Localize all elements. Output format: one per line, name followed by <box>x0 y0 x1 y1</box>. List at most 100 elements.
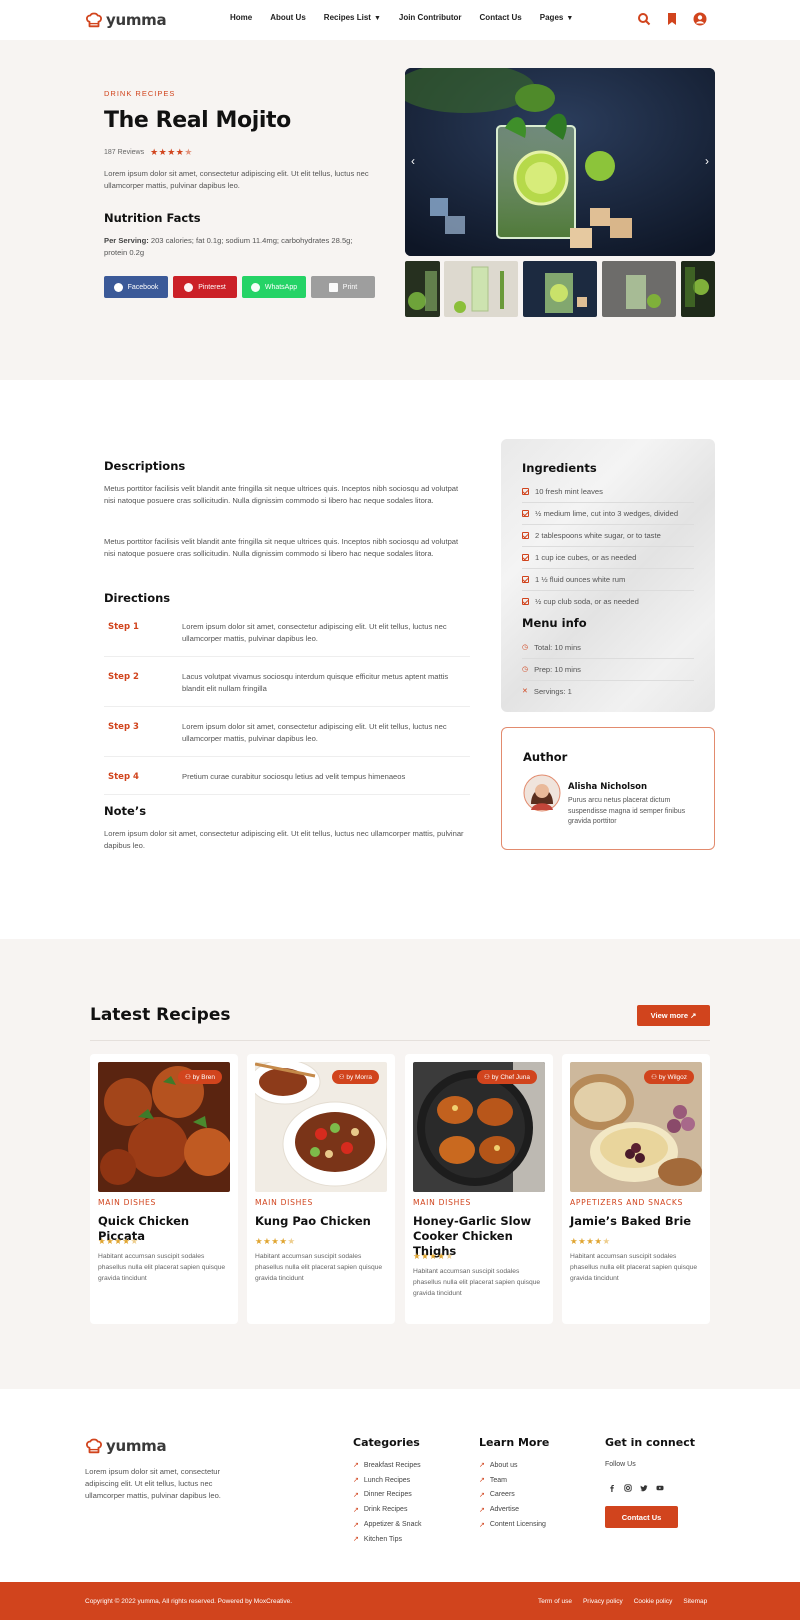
footer-link[interactable]: ↗ Breakfast Recipes <box>353 1458 421 1473</box>
footer-link[interactable]: ↗ Careers <box>479 1488 546 1503</box>
ingredient-item[interactable]: ½ cup club soda, or as needed <box>522 591 694 612</box>
author-badge[interactable]: ⚇ by Wilgoz <box>644 1070 694 1084</box>
ingredient-item[interactable]: ½ medium lime, cut into 3 wedges, divide… <box>522 503 694 525</box>
nav-join-contributor[interactable]: Join Contributor <box>399 13 462 22</box>
menu-info-text: Total: 10 mins <box>534 643 581 652</box>
recipe-card-category[interactable]: MAIN DISHES <box>98 1198 156 1207</box>
recipe-card[interactable]: ⚇ by Chef Juna MAIN DISHES Honey-Garlic … <box>405 1054 553 1324</box>
nav-recipes-list[interactable]: Recipes List ▼ <box>324 13 381 22</box>
step-text: Lorem ipsum dolor sit amet, consectetur … <box>182 722 447 743</box>
footer-link[interactable]: ↗ Kitchen Tips <box>353 1532 421 1547</box>
ingredient-item[interactable]: 1 ½ fluid ounces white rum <box>522 569 694 591</box>
gallery-thumb[interactable] <box>405 261 440 317</box>
slider-prev-icon[interactable]: ‹ <box>411 154 415 168</box>
avatar[interactable] <box>523 774 561 812</box>
share-pinterest-button[interactable]: Pinterest <box>173 276 237 298</box>
recipe-card-image[interactable]: ⚇ by Morra <box>255 1062 387 1192</box>
recipe-main-image[interactable]: ‹ › <box>405 68 715 256</box>
view-more-button[interactable]: View more ↗ <box>637 1005 710 1026</box>
contact-us-button[interactable]: Contact Us <box>605 1506 678 1528</box>
arrow-up-right-icon: ↗ <box>479 1521 485 1529</box>
twitter-icon[interactable] <box>637 1481 651 1495</box>
footer-link[interactable]: ↗ Team <box>479 1473 546 1488</box>
nav-about[interactable]: About Us <box>270 13 306 22</box>
author-badge[interactable]: ⚇ by Morra <box>331 1070 379 1084</box>
gallery-thumb[interactable] <box>681 261 715 317</box>
description-paragraph: Metus porttitor facilisis velit blandit … <box>104 484 459 505</box>
arrow-up-right-icon: ↗ <box>479 1491 485 1499</box>
step-label: Step 4 <box>108 772 139 782</box>
footer-link-label: Advertise <box>489 1506 520 1514</box>
menu-info-text: Servings: 1 <box>533 687 572 696</box>
facebook-glyph <box>610 1485 614 1492</box>
author-badge[interactable]: ⚇ by Chef Juna <box>477 1070 537 1084</box>
user-icon[interactable] <box>693 12 707 26</box>
brand-logo[interactable]: yumma <box>85 11 167 29</box>
recipe-category[interactable]: DRINK RECIPES <box>104 89 175 98</box>
recipe-card[interactable]: ⚇ by Morra MAIN DISHES Kung Pao Chicken … <box>247 1054 395 1324</box>
cookie-link[interactable]: Cookie policy <box>634 1598 673 1605</box>
recipe-card[interactable]: ⚇ by Bren MAIN DISHES Quick Chicken Picc… <box>90 1054 238 1324</box>
ingredient-item[interactable]: 1 cup ice cubes, or as needed <box>522 547 694 569</box>
sitemap-link[interactable]: Sitemap <box>683 1598 707 1605</box>
search-icon[interactable] <box>637 12 651 26</box>
gallery-thumb[interactable] <box>444 261 518 317</box>
recipe-card-title[interactable]: Kung Pao Chicken <box>255 1214 393 1229</box>
footer-learn-list: ↗ About us ↗ Team ↗ Careers ↗ Advertise ↗ Con… <box>479 1458 546 1532</box>
recipe-card-category[interactable]: MAIN DISHES <box>413 1198 471 1207</box>
nav-contact[interactable]: Contact Us <box>480 13 522 22</box>
footer-link[interactable]: ↗ Drink Recipes <box>353 1502 421 1517</box>
terms-link[interactable]: Term of use <box>538 1598 572 1605</box>
facebook-icon[interactable] <box>605 1481 619 1495</box>
follow-us-label: Follow Us <box>605 1461 636 1468</box>
rating-row: 187 Reviews ★★★★★ <box>104 147 193 158</box>
recipe-card-title[interactable]: Jamie’s Baked Brie <box>570 1214 708 1229</box>
footer-categories-title: Categories <box>353 1436 420 1449</box>
checkbox-icon <box>522 488 529 495</box>
recipe-card-image[interactable]: ⚇ by Bren <box>98 1062 230 1192</box>
ingredients-list: 10 fresh mint leaves ½ medium lime, cut … <box>522 481 694 612</box>
footer-brand-logo[interactable]: yumma <box>85 1437 167 1455</box>
ingredient-item[interactable]: 10 fresh mint leaves <box>522 481 694 503</box>
youtube-glyph <box>656 1485 664 1491</box>
footer-link[interactable]: ↗ Lunch Recipes <box>353 1473 421 1488</box>
menu-info-item: ◷ Total: 10 mins <box>522 637 694 659</box>
recipe-card[interactable]: ⚇ by Wilgoz APPETIZERS AND SNACKS Jamie’… <box>562 1054 710 1324</box>
share-whatsapp-button[interactable]: WhatsApp <box>242 276 306 298</box>
instagram-icon[interactable] <box>621 1481 635 1495</box>
arrow-up-right-icon: ↗ <box>353 1491 359 1499</box>
brand-name: yumma <box>106 1437 167 1455</box>
recipe-card-image[interactable]: ⚇ by Wilgoz <box>570 1062 702 1192</box>
recipe-card-desc: Habitant accumsan suscipit sodales phase… <box>98 1253 226 1282</box>
author-badge[interactable]: ⚇ by Bren <box>177 1070 222 1084</box>
share-facebook-button[interactable]: Facebook <box>104 276 168 298</box>
ingredient-item[interactable]: 2 tablespoons white sugar, or to taste <box>522 525 694 547</box>
gallery-thumb[interactable] <box>523 261 597 317</box>
footer-link[interactable]: ↗ Dinner Recipes <box>353 1488 421 1503</box>
recipe-card-category[interactable]: APPETIZERS AND SNACKS <box>570 1198 683 1207</box>
footer-link-label: Kitchen Tips <box>363 1535 403 1543</box>
footer-categories-list: ↗ Breakfast Recipes ↗ Lunch Recipes ↗ Dinne… <box>353 1458 421 1547</box>
gallery-thumb[interactable] <box>602 261 676 317</box>
clock-icon: ◷ <box>522 666 529 673</box>
menu-info-list: ◷ Total: 10 mins ◷ Prep: 10 mins ✕ Servings… <box>522 637 694 702</box>
nav-home[interactable]: Home <box>230 13 252 22</box>
bookmark-icon[interactable] <box>665 12 679 26</box>
footer-link[interactable]: ↗ Content Licensing <box>479 1517 546 1532</box>
slider-next-icon[interactable]: › <box>705 154 709 168</box>
bottom-links: Term of use Privacy policy Cookie policy… <box>538 1598 707 1605</box>
footer-link[interactable]: ↗ Appetizer & Snack <box>353 1517 421 1532</box>
ingredient-text: 2 tablespoons white sugar, or to taste <box>535 531 661 540</box>
ingredient-text: ½ cup club soda, or as needed <box>535 597 639 606</box>
print-button[interactable]: Print <box>311 276 375 298</box>
checkbox-icon <box>522 598 529 605</box>
privacy-link[interactable]: Privacy policy <box>583 1598 623 1605</box>
nav-pages[interactable]: Pages ▼ <box>540 13 574 22</box>
recipe-card-category[interactable]: MAIN DISHES <box>255 1198 313 1207</box>
footer-link[interactable]: ↗ About us <box>479 1458 546 1473</box>
recipe-card-image[interactable]: ⚇ by Chef Juna <box>413 1062 545 1192</box>
notes-title: Note’s <box>104 804 147 818</box>
youtube-icon[interactable] <box>653 1481 667 1495</box>
author-name[interactable]: Alisha Nicholson <box>568 782 647 792</box>
footer-link[interactable]: ↗ Advertise <box>479 1502 546 1517</box>
